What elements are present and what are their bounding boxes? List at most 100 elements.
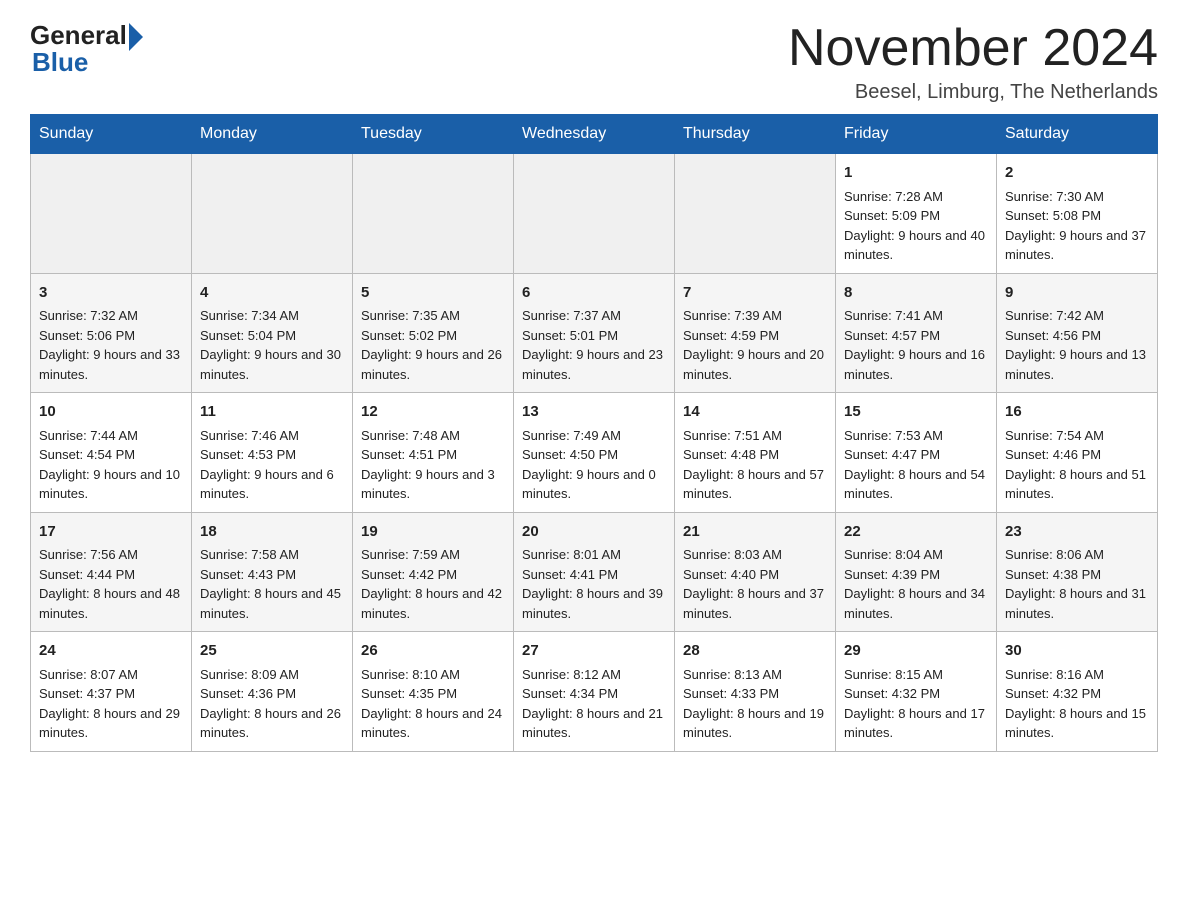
calendar-cell: 20Sunrise: 8:01 AMSunset: 4:41 PMDayligh… <box>514 512 675 632</box>
day-info: Daylight: 8 hours and 51 minutes. <box>1005 465 1149 504</box>
day-number: 11 <box>200 401 344 424</box>
month-title: November 2024 <box>788 20 1158 77</box>
page-header: General Blue November 2024 Beesel, Limbu… <box>30 20 1158 104</box>
day-number: 15 <box>844 401 988 424</box>
calendar-week-row: 10Sunrise: 7:44 AMSunset: 4:54 PMDayligh… <box>31 393 1158 513</box>
calendar-cell: 30Sunrise: 8:16 AMSunset: 4:32 PMDayligh… <box>997 632 1158 752</box>
day-of-week-header: Friday <box>836 115 997 154</box>
day-info: Sunset: 4:46 PM <box>1005 445 1149 465</box>
day-info: Daylight: 8 hours and 31 minutes. <box>1005 584 1149 623</box>
day-info: Daylight: 9 hours and 37 minutes. <box>1005 226 1149 265</box>
day-info: Sunset: 4:40 PM <box>683 565 827 585</box>
calendar-cell: 23Sunrise: 8:06 AMSunset: 4:38 PMDayligh… <box>997 512 1158 632</box>
day-info: Daylight: 9 hours and 33 minutes. <box>39 345 183 384</box>
day-info: Sunrise: 8:01 AM <box>522 545 666 565</box>
day-info: Daylight: 9 hours and 26 minutes. <box>361 345 505 384</box>
day-info: Daylight: 8 hours and 21 minutes. <box>522 704 666 743</box>
calendar-cell: 16Sunrise: 7:54 AMSunset: 4:46 PMDayligh… <box>997 393 1158 513</box>
calendar-cell: 17Sunrise: 7:56 AMSunset: 4:44 PMDayligh… <box>31 512 192 632</box>
day-info: Sunset: 4:51 PM <box>361 445 505 465</box>
day-number: 8 <box>844 282 988 305</box>
day-number: 3 <box>39 282 183 305</box>
calendar-week-row: 24Sunrise: 8:07 AMSunset: 4:37 PMDayligh… <box>31 632 1158 752</box>
calendar-cell: 1Sunrise: 7:28 AMSunset: 5:09 PMDaylight… <box>836 154 997 274</box>
day-info: Sunset: 4:48 PM <box>683 445 827 465</box>
day-info: Daylight: 9 hours and 13 minutes. <box>1005 345 1149 384</box>
calendar-cell: 21Sunrise: 8:03 AMSunset: 4:40 PMDayligh… <box>675 512 836 632</box>
day-of-week-header: Sunday <box>31 115 192 154</box>
day-info: Daylight: 9 hours and 0 minutes. <box>522 465 666 504</box>
day-number: 9 <box>1005 282 1149 305</box>
day-info: Sunset: 4:42 PM <box>361 565 505 585</box>
logo: General Blue <box>30 20 143 78</box>
day-info: Sunset: 4:53 PM <box>200 445 344 465</box>
calendar-cell: 14Sunrise: 7:51 AMSunset: 4:48 PMDayligh… <box>675 393 836 513</box>
day-of-week-header: Monday <box>192 115 353 154</box>
day-info: Sunset: 4:32 PM <box>844 684 988 704</box>
calendar-cell: 24Sunrise: 8:07 AMSunset: 4:37 PMDayligh… <box>31 632 192 752</box>
day-info: Sunrise: 7:42 AM <box>1005 306 1149 326</box>
calendar-header-row: SundayMondayTuesdayWednesdayThursdayFrid… <box>31 115 1158 154</box>
day-info: Sunset: 4:57 PM <box>844 326 988 346</box>
day-number: 1 <box>844 162 988 185</box>
title-block: November 2024 Beesel, Limburg, The Nethe… <box>788 20 1158 104</box>
calendar-cell: 5Sunrise: 7:35 AMSunset: 5:02 PMDaylight… <box>353 273 514 393</box>
day-number: 29 <box>844 640 988 663</box>
calendar-table: SundayMondayTuesdayWednesdayThursdayFrid… <box>30 114 1158 752</box>
calendar-cell: 28Sunrise: 8:13 AMSunset: 4:33 PMDayligh… <box>675 632 836 752</box>
day-info: Sunrise: 7:44 AM <box>39 426 183 446</box>
day-info: Sunrise: 7:34 AM <box>200 306 344 326</box>
calendar-cell: 10Sunrise: 7:44 AMSunset: 4:54 PMDayligh… <box>31 393 192 513</box>
day-info: Daylight: 8 hours and 48 minutes. <box>39 584 183 623</box>
day-info: Sunset: 4:36 PM <box>200 684 344 704</box>
calendar-cell: 7Sunrise: 7:39 AMSunset: 4:59 PMDaylight… <box>675 273 836 393</box>
day-info: Sunrise: 8:03 AM <box>683 545 827 565</box>
day-number: 17 <box>39 521 183 544</box>
day-info: Sunrise: 7:58 AM <box>200 545 344 565</box>
day-number: 16 <box>1005 401 1149 424</box>
day-info: Sunrise: 8:10 AM <box>361 665 505 685</box>
day-info: Daylight: 8 hours and 54 minutes. <box>844 465 988 504</box>
day-info: Sunset: 4:56 PM <box>1005 326 1149 346</box>
day-info: Sunrise: 8:07 AM <box>39 665 183 685</box>
calendar-cell: 11Sunrise: 7:46 AMSunset: 4:53 PMDayligh… <box>192 393 353 513</box>
day-info: Sunrise: 7:32 AM <box>39 306 183 326</box>
day-info: Sunset: 5:09 PM <box>844 206 988 226</box>
calendar-cell <box>31 154 192 274</box>
day-number: 4 <box>200 282 344 305</box>
day-number: 28 <box>683 640 827 663</box>
day-info: Sunrise: 7:35 AM <box>361 306 505 326</box>
day-info: Daylight: 8 hours and 15 minutes. <box>1005 704 1149 743</box>
day-number: 25 <box>200 640 344 663</box>
day-info: Sunset: 5:02 PM <box>361 326 505 346</box>
day-number: 22 <box>844 521 988 544</box>
day-number: 27 <box>522 640 666 663</box>
day-info: Daylight: 9 hours and 10 minutes. <box>39 465 183 504</box>
day-info: Daylight: 9 hours and 16 minutes. <box>844 345 988 384</box>
calendar-cell: 3Sunrise: 7:32 AMSunset: 5:06 PMDaylight… <box>31 273 192 393</box>
calendar-cell: 6Sunrise: 7:37 AMSunset: 5:01 PMDaylight… <box>514 273 675 393</box>
day-info: Sunset: 4:47 PM <box>844 445 988 465</box>
calendar-cell: 4Sunrise: 7:34 AMSunset: 5:04 PMDaylight… <box>192 273 353 393</box>
day-info: Sunset: 5:01 PM <box>522 326 666 346</box>
calendar-cell: 18Sunrise: 7:58 AMSunset: 4:43 PMDayligh… <box>192 512 353 632</box>
day-info: Daylight: 8 hours and 34 minutes. <box>844 584 988 623</box>
calendar-cell: 29Sunrise: 8:15 AMSunset: 4:32 PMDayligh… <box>836 632 997 752</box>
day-info: Sunrise: 7:41 AM <box>844 306 988 326</box>
calendar-cell: 8Sunrise: 7:41 AMSunset: 4:57 PMDaylight… <box>836 273 997 393</box>
calendar-cell: 9Sunrise: 7:42 AMSunset: 4:56 PMDaylight… <box>997 273 1158 393</box>
day-info: Sunrise: 7:54 AM <box>1005 426 1149 446</box>
day-info: Sunset: 4:44 PM <box>39 565 183 585</box>
day-number: 2 <box>1005 162 1149 185</box>
day-info: Sunset: 5:08 PM <box>1005 206 1149 226</box>
day-info: Sunset: 5:06 PM <box>39 326 183 346</box>
day-number: 12 <box>361 401 505 424</box>
calendar-cell: 12Sunrise: 7:48 AMSunset: 4:51 PMDayligh… <box>353 393 514 513</box>
day-number: 19 <box>361 521 505 544</box>
day-info: Daylight: 9 hours and 40 minutes. <box>844 226 988 265</box>
day-info: Sunrise: 8:04 AM <box>844 545 988 565</box>
logo-blue-text: Blue <box>32 47 88 78</box>
calendar-cell: 15Sunrise: 7:53 AMSunset: 4:47 PMDayligh… <box>836 393 997 513</box>
calendar-week-row: 17Sunrise: 7:56 AMSunset: 4:44 PMDayligh… <box>31 512 1158 632</box>
day-info: Sunrise: 7:49 AM <box>522 426 666 446</box>
